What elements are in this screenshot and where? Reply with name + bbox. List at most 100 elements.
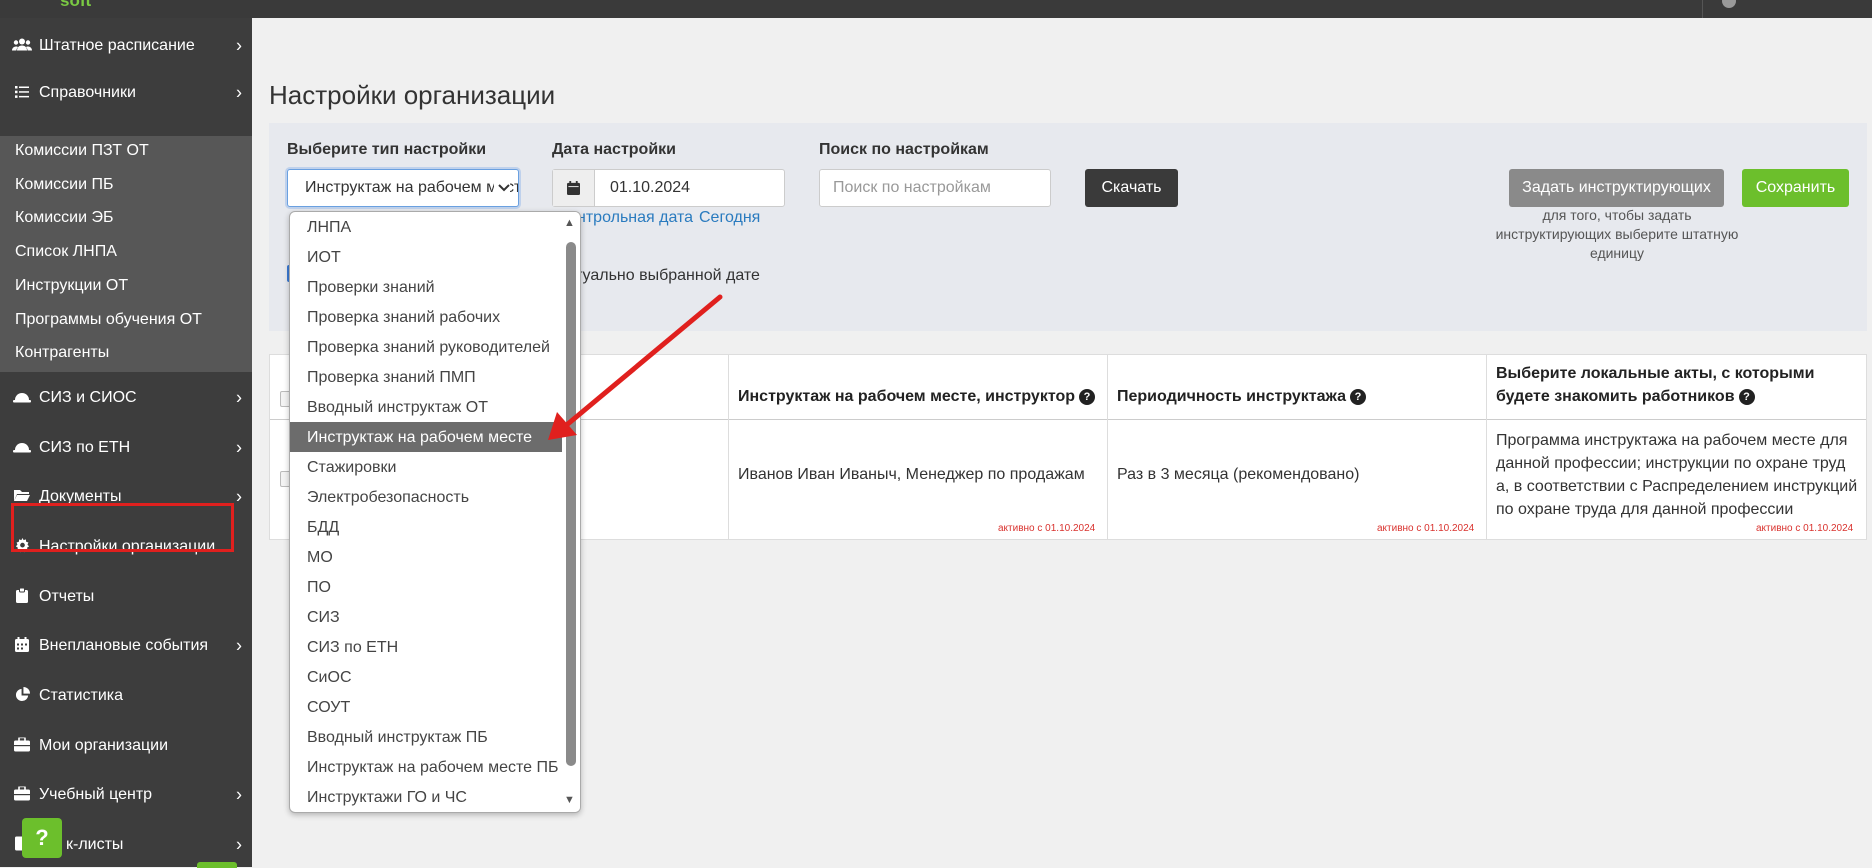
- sidebar-item-ppe-etn[interactable]: СИЗ по ЕТН ›: [0, 426, 252, 470]
- submenu-item[interactable]: Контрагенты: [15, 344, 109, 362]
- dropdown-option[interactable]: БДД: [290, 512, 562, 542]
- sidebar-item-unplanned-events[interactable]: Внеплановые события ›: [0, 624, 252, 668]
- dropdown-option[interactable]: Проверки знаний: [290, 272, 562, 302]
- column-divider: [1107, 355, 1108, 539]
- chevron-right-icon: ›: [236, 834, 242, 855]
- sidebar-item-label: Статистика: [39, 687, 124, 704]
- submenu-item[interactable]: Инструкции ОТ: [15, 277, 128, 295]
- dropdown-option[interactable]: МО: [290, 542, 562, 572]
- dropdown-option[interactable]: Инструктажи ГО и ЧС: [290, 782, 562, 812]
- chevron-right-icon: ›: [236, 82, 242, 103]
- sidebar-item-staff-schedule[interactable]: Штатное расписание ›: [0, 24, 252, 68]
- annotation-highlight-box: [11, 503, 234, 552]
- clipboard-icon: [12, 587, 32, 606]
- dropdown-option[interactable]: Вводный инструктаж ОТ: [290, 392, 562, 422]
- chevron-right-icon: ›: [236, 35, 242, 56]
- today-link[interactable]: Сегодня: [699, 209, 760, 227]
- setting-type-dropdown: ЛНПА ИОТ Проверки знаний Проверка знаний…: [289, 211, 581, 813]
- chevron-right-icon: ›: [236, 784, 242, 805]
- instructor-cell[interactable]: Иванов Иван Иваныч, Менеджер по продажам: [738, 463, 1098, 486]
- dropdown-option-selected[interactable]: Инструктаж на рабочем месте: [290, 422, 562, 452]
- sidebar-item-references[interactable]: Справочники ›: [0, 71, 252, 115]
- graduation-icon: [12, 785, 32, 804]
- sidebar-item-label: Мои организации: [39, 737, 169, 754]
- active-since-label: активно с 01.10.2024: [1377, 523, 1475, 534]
- download-button[interactable]: Скачать: [1085, 169, 1178, 207]
- active-since-label: активно с 01.10.2024: [998, 523, 1096, 534]
- active-since-label: активно с 01.10.2024: [1756, 523, 1854, 534]
- actual-date-checkbox-label: туально выбранной дате: [575, 267, 760, 284]
- submenu-item[interactable]: Программы обучения ОТ: [15, 311, 202, 329]
- dropdown-option[interactable]: СиОС: [290, 662, 562, 692]
- save-button[interactable]: Сохранить: [1742, 169, 1849, 207]
- avatar[interactable]: [1722, 0, 1736, 8]
- dropdown-option[interactable]: Проверка знаний ПМП: [290, 362, 562, 392]
- list-icon: [12, 85, 32, 101]
- users-icon: [12, 38, 32, 55]
- dropdown-option[interactable]: Проверка знаний рабочих: [290, 302, 562, 332]
- chevron-right-icon: ›: [236, 437, 242, 458]
- setting-type-select[interactable]: Инструктаж на рабочем месте: [287, 169, 519, 207]
- column-divider: [728, 355, 729, 539]
- dropdown-option[interactable]: Электробезопасность: [290, 482, 562, 512]
- local-acts-cell[interactable]: Программа инструктажа на рабочем месте д…: [1496, 429, 1858, 521]
- dropdown-option[interactable]: Стажировки: [290, 452, 562, 482]
- pie-chart-icon: [12, 687, 32, 705]
- sidebar-item-my-orgs[interactable]: Мои организации: [0, 724, 252, 768]
- status-badge: [197, 862, 237, 868]
- date-label: Дата настройки: [552, 141, 676, 158]
- dropdown-option[interactable]: ЛНПА: [290, 212, 562, 242]
- dropdown-option[interactable]: ИОТ: [290, 242, 562, 272]
- sidebar-item-label: Отчеты: [39, 588, 95, 605]
- top-bar: soft: [0, 0, 1872, 18]
- chevron-down-icon: [494, 179, 510, 195]
- scroll-up-icon[interactable]: ▲: [564, 217, 575, 229]
- set-instructors-button[interactable]: Задать инструктирующих: [1509, 169, 1724, 207]
- column-header-instructor: Инструктаж на рабочем месте, инструктор?: [738, 385, 1098, 408]
- help-button[interactable]: ?: [22, 818, 62, 858]
- search-input[interactable]: Поиск по настройкам: [819, 169, 1051, 207]
- dropdown-option[interactable]: Инструктаж на рабочем месте ПБ: [290, 752, 562, 782]
- sidebar: Штатное расписание › Справочники › Комис…: [0, 18, 252, 867]
- dropdown-option[interactable]: СИЗ: [290, 602, 562, 632]
- dropdown-option[interactable]: ПО: [290, 572, 562, 602]
- date-field[interactable]: 01.10.2024: [552, 169, 785, 207]
- control-date-link[interactable]: нтрольная дата: [577, 209, 693, 227]
- dropdown-option[interactable]: СОУТ: [290, 692, 562, 722]
- question-icon[interactable]: ?: [1349, 388, 1366, 405]
- periodicity-cell[interactable]: Раз в 3 месяца (рекомендовано): [1117, 463, 1477, 486]
- sidebar-item-label: СИЗ по ЕТН: [39, 439, 131, 456]
- chevron-right-icon: ›: [236, 486, 242, 507]
- sidebar-item-training-center[interactable]: Учебный центр ›: [0, 773, 252, 817]
- helmet-icon: [12, 440, 32, 456]
- page-title: Настройки организации: [269, 80, 556, 110]
- search-label: Поиск по настройкам: [819, 141, 989, 158]
- sidebar-item-ppe[interactable]: СИЗ и СИОС ›: [0, 376, 252, 420]
- sidebar-item-label: Учебный центр: [39, 786, 153, 803]
- question-icon[interactable]: ?: [1738, 388, 1755, 405]
- sidebar-item-label: Справочники: [39, 84, 136, 101]
- briefcase-icon: [12, 736, 32, 755]
- column-header-local-acts: Выберите локальные акты, с которыми буде…: [1496, 365, 1815, 405]
- chevron-right-icon: ›: [236, 387, 242, 408]
- date-value: 01.10.2024: [610, 179, 691, 196]
- submenu-item[interactable]: Список ЛНПА: [15, 243, 117, 261]
- sidebar-item-statistics[interactable]: Статистика: [0, 674, 252, 718]
- dropdown-option[interactable]: Вводный инструктаж ПБ: [290, 722, 562, 752]
- submenu-item[interactable]: Комиссии ЭБ: [15, 209, 113, 227]
- sidebar-item-label: Штатное расписание: [39, 37, 195, 54]
- sidebar-item-reports[interactable]: Отчеты: [0, 575, 252, 619]
- question-icon[interactable]: ?: [1079, 388, 1096, 405]
- dropdown-option[interactable]: СИЗ по ЕТН: [290, 632, 562, 662]
- scroll-down-icon[interactable]: ▼: [564, 794, 575, 806]
- setting-type-label: Выберите тип настройки: [287, 141, 487, 158]
- calendar-icon[interactable]: [553, 170, 595, 206]
- sidebar-item-label: Внеплановые события: [39, 637, 209, 654]
- submenu-item[interactable]: Комиссии ПЗТ ОТ: [15, 142, 149, 160]
- scrollbar-thumb[interactable]: [566, 242, 576, 766]
- dropdown-option[interactable]: Проверка знаний руководителей: [290, 332, 562, 362]
- chevron-right-icon: ›: [236, 635, 242, 656]
- submenu-item[interactable]: Комиссии ПБ: [15, 176, 113, 194]
- instructors-hint: для того, чтобы задать инструктирующих в…: [1495, 207, 1739, 261]
- logo[interactable]: soft: [60, 0, 91, 11]
